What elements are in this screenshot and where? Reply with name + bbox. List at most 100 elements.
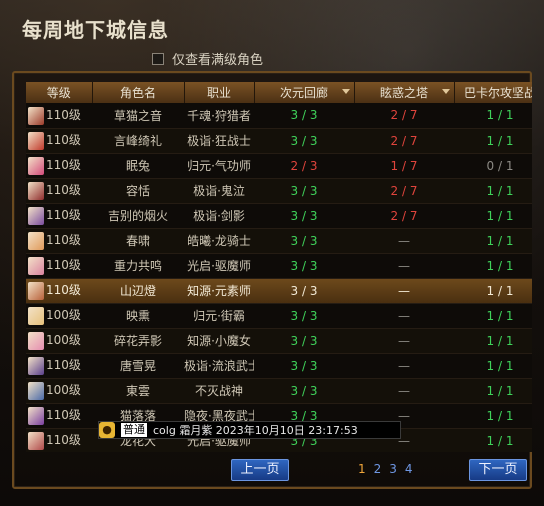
- character-avatar-icon: [28, 106, 44, 125]
- chat-message-text: colg 霜月紫 2023年10月10日 23:17:53: [153, 424, 358, 437]
- job-cell: 不灭战神: [184, 378, 254, 404]
- full-level-filter[interactable]: 仅查看满级角色: [152, 49, 263, 68]
- corridor-cell: 3 / 3: [254, 228, 354, 254]
- table-row[interactable]: 110级 重力共鸣 光启·驱魔师 3 / 3—1 / 1: [26, 253, 532, 279]
- character-avatar-icon: [28, 331, 44, 350]
- table-row[interactable]: 110级 草猫之音 千魂·狩猎者 3 / 32 / 71 / 1: [26, 103, 532, 129]
- corridor-cell: 3 / 3: [254, 128, 354, 154]
- col-bakal-raid[interactable]: 巴卡尔攻坚战: [454, 82, 532, 103]
- corridor-cell: 3 / 3: [254, 203, 354, 229]
- table-row[interactable]: 100级 碎花弄影 知源·小魔女 3 / 3—1 / 1: [26, 328, 532, 354]
- character-avatar-icon: [28, 281, 44, 300]
- character-avatar-icon: [28, 131, 44, 150]
- character-name-cell: 碎花弄影: [92, 328, 184, 354]
- table-row[interactable]: 110级 吉别的烟火 极诣·剑影 3 / 32 / 71 / 1: [26, 203, 532, 229]
- tower-cell: 2 / 7: [354, 203, 454, 229]
- page-link-3[interactable]: 3: [389, 462, 397, 476]
- page-list: 1 2 3 4: [358, 462, 413, 476]
- sort-arrow-icon[interactable]: [441, 89, 450, 94]
- page-link-2[interactable]: 2: [374, 462, 382, 476]
- level-text: 110级: [46, 258, 81, 273]
- page-link-4[interactable]: 4: [405, 462, 413, 476]
- next-page-button[interactable]: 下一页: [469, 459, 527, 481]
- bakal-cell: 0 / 1: [454, 153, 532, 179]
- bakal-cell: 1 / 1: [454, 128, 532, 154]
- character-avatar-icon: [28, 406, 44, 425]
- level-cell: 110级: [26, 353, 92, 379]
- page-link-1[interactable]: 1: [358, 462, 366, 476]
- level-cell: 110级: [26, 103, 92, 129]
- col-dazzle-tower[interactable]: 眩惑之塔: [354, 82, 455, 103]
- level-text: 110级: [46, 358, 81, 373]
- corridor-cell: 3 / 3: [254, 103, 354, 129]
- table-row[interactable]: 100级 東雲 不灭战神 3 / 3—1 / 1: [26, 378, 532, 404]
- col-job[interactable]: 职业: [184, 82, 255, 103]
- character-name-cell: 重力共鸣: [92, 253, 184, 279]
- level-text: 110级: [46, 208, 81, 223]
- level-text: 110级: [46, 283, 81, 298]
- level-cell: 110级: [26, 428, 92, 452]
- character-avatar-icon: [28, 206, 44, 225]
- job-cell: 极诣·鬼泣: [184, 178, 254, 204]
- col-dazzle-tower-label: 眩惑之塔: [379, 86, 428, 100]
- level-text: 110级: [46, 108, 81, 122]
- sort-arrow-icon[interactable]: [341, 89, 350, 94]
- col-level[interactable]: 等级: [26, 82, 93, 103]
- character-avatar-icon: [28, 181, 44, 200]
- level-cell: 110级: [26, 128, 92, 154]
- level-text: 110级: [46, 183, 81, 198]
- tower-cell: —: [354, 328, 454, 354]
- bakal-cell: 1 / 1: [454, 303, 532, 329]
- tower-cell: —: [354, 303, 454, 329]
- prev-page-button[interactable]: 上一页: [231, 459, 289, 481]
- job-cell: 皓曦·龙骑士: [184, 228, 254, 254]
- col-dimension-corridor[interactable]: 次元回廊: [254, 82, 355, 103]
- character-avatar-icon: [28, 231, 44, 250]
- bakal-cell: 1 / 1: [454, 203, 532, 229]
- level-text: 110级: [46, 233, 81, 248]
- tower-cell: —: [354, 228, 454, 254]
- chat-channel-tag: 普通: [121, 423, 147, 437]
- job-cell: 归元·气功师: [184, 153, 254, 179]
- job-cell: 知源·小魔女: [184, 328, 254, 354]
- job-cell: 千魂·狩猎者: [184, 103, 254, 129]
- table-row[interactable]: 110级 山辺燈 知源·元素师 3 / 3—1 / 1: [26, 278, 532, 304]
- bakal-cell: 1 / 1: [454, 178, 532, 204]
- bakal-cell: 1 / 1: [454, 253, 532, 279]
- character-name-cell: 春啸: [92, 228, 184, 254]
- chat-message-bar: ● 普通 colg 霜月紫 2023年10月10日 23:17:53: [98, 421, 401, 439]
- table-row[interactable]: 110级 容恬 极诣·鬼泣 3 / 32 / 71 / 1: [26, 178, 532, 204]
- filter-label: 仅查看满级角色: [172, 53, 264, 68]
- level-text: 100级: [46, 333, 81, 348]
- table-row[interactable]: 110级 春啸 皓曦·龙骑士 3 / 3—1 / 1: [26, 228, 532, 254]
- level-cell: 110级: [26, 228, 92, 254]
- character-avatar-icon: [28, 356, 44, 375]
- character-name-cell: 山辺燈: [92, 278, 184, 304]
- level-cell: 110级: [26, 278, 92, 304]
- bakal-cell: 1 / 1: [454, 103, 532, 129]
- level-cell: 110级: [26, 403, 92, 429]
- table-row[interactable]: 110级 唐雪晃 极诣·流浪武士 3 / 3—1 / 1: [26, 353, 532, 379]
- level-text: 110级: [46, 158, 81, 173]
- col-name[interactable]: 角色名: [92, 82, 185, 103]
- character-avatar-icon: [28, 431, 44, 450]
- character-name-cell: 唐雪晃: [92, 353, 184, 379]
- table-row[interactable]: 100级 映熏 归元·街霸 3 / 3—1 / 1: [26, 303, 532, 329]
- filter-checkbox[interactable]: [152, 52, 164, 65]
- character-name-cell: 容恬: [92, 178, 184, 204]
- table-row[interactable]: 110级 言峰绮礼 极诣·狂战士 3 / 32 / 71 / 1: [26, 128, 532, 154]
- page-title: 每周地下城信息: [22, 18, 169, 42]
- corridor-cell: 3 / 3: [254, 353, 354, 379]
- level-text: 100级: [46, 308, 81, 323]
- job-cell: 知源·元素师: [184, 278, 254, 304]
- corridor-cell: 3 / 3: [254, 328, 354, 354]
- tower-cell: —: [354, 353, 454, 379]
- job-cell: 光启·驱魔师: [184, 253, 254, 279]
- col-bakal-raid-label: 巴卡尔攻坚战: [463, 86, 532, 100]
- level-text: 110级: [46, 408, 81, 423]
- character-name-cell: 言峰绮礼: [92, 128, 184, 154]
- chat-channel-icon: ●: [99, 422, 115, 438]
- table-row[interactable]: 110级 眠兔 归元·气功师 2 / 31 / 70 / 1: [26, 153, 532, 179]
- dungeon-table: 等级 角色名 职业 次元回廊 眩惑之塔 巴卡尔攻坚战 110级 草猫之音 千魂·狩猎…: [26, 82, 532, 452]
- tower-cell: 2 / 7: [354, 103, 454, 129]
